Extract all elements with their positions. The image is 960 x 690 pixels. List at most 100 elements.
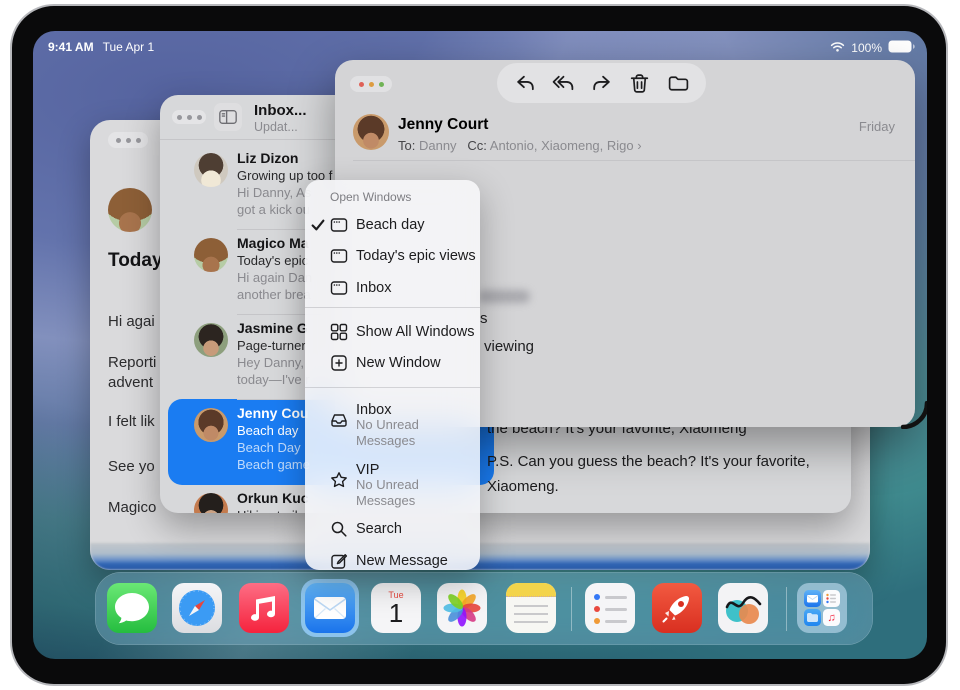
menu-item-new-message[interactable]: New Message <box>305 550 480 572</box>
sender-name: Jasmine G <box>237 320 308 336</box>
message-subject: Page-turner <box>237 338 306 353</box>
app-library-mini-mail <box>804 590 821 607</box>
dock: Tue 1 <box>95 572 873 645</box>
message-text-line: Hi agai <box>108 313 155 330</box>
body-text-fragment: s <box>480 310 488 327</box>
recipients-line[interactable]: To: Danny Cc: Antonio, Xiaomeng, Rigo › <box>398 138 642 153</box>
avatar-magico <box>108 188 152 232</box>
window-icon <box>330 247 348 265</box>
sender-name: Jenny Court <box>398 116 488 134</box>
window-controls-menu-button[interactable] <box>350 76 392 92</box>
calendar-day: 1 <box>389 600 403 626</box>
trash-icon[interactable] <box>628 71 652 95</box>
screenshot-stage: 9:41 AM Tue Apr 1 100% Today Hi agai Rep… <box>0 0 960 690</box>
search-icon <box>330 520 348 538</box>
sender-name: Magico Ma <box>237 235 309 251</box>
app-library-mini-music: ♫ <box>823 609 840 626</box>
menu-item-todays-epic-views[interactable]: Today's epic views <box>305 245 480 267</box>
message-subject: Hiking trail <box>237 508 298 513</box>
message-preview: Beach DayBeach game <box>237 440 310 473</box>
photos-app-icon[interactable] <box>437 583 487 633</box>
battery-percent: 100% <box>851 41 882 55</box>
menu-separator <box>305 387 480 388</box>
avatar-magico <box>194 238 228 272</box>
app-library-icon[interactable]: ♫ <box>797 583 847 633</box>
rocket-app-icon[interactable] <box>652 583 702 633</box>
menu-item-inbox-mailbox[interactable]: Inbox No Unread Messages <box>305 399 480 451</box>
message-photo-attachment <box>90 543 870 570</box>
messages-app-icon[interactable] <box>107 583 157 633</box>
message-preview: Hey Danny,today—I've r <box>237 355 310 388</box>
avatar-jenny-court <box>194 408 228 442</box>
message-preview: Hi again Dananother brea <box>237 270 312 303</box>
message-text-line: advent <box>108 374 153 391</box>
statusbar-right: 100% <box>830 40 915 56</box>
move-to-folder-icon[interactable] <box>666 71 690 95</box>
menu-header: Open Windows <box>330 190 411 204</box>
menu-item-show-all-windows[interactable]: Show All Windows <box>305 321 480 343</box>
reply-all-icon[interactable] <box>551 71 575 95</box>
statusbar-left: 9:41 AM Tue Apr 1 <box>48 40 154 54</box>
sidebar-toggle-button[interactable] <box>214 103 242 131</box>
safari-app-icon[interactable] <box>172 583 222 633</box>
window-icon <box>330 279 348 297</box>
star-icon <box>330 471 348 489</box>
message-text-line: Magico <box>108 499 156 516</box>
sender-name: Orkun Kuc <box>237 490 309 506</box>
window-controls-menu-button[interactable] <box>172 110 206 124</box>
message-text-line: I felt lik <box>108 413 155 430</box>
ipad-screen: 9:41 AM Tue Apr 1 100% Today Hi agai Rep… <box>33 31 927 659</box>
mail-toolbar <box>497 63 706 103</box>
avatar-orkun <box>194 493 228 513</box>
avatar-jenny-court <box>353 114 389 150</box>
message-preview: Hi Danny, Asgot a kick ou <box>237 185 311 218</box>
dock-divider <box>786 587 787 631</box>
drawing-app-icon[interactable] <box>718 583 768 633</box>
blurred-text <box>478 290 530 303</box>
statusbar-time: 9:41 AM <box>48 40 94 54</box>
message-text-line: Reporti <box>108 354 156 371</box>
app-library-mini-folder <box>804 609 821 626</box>
dock-divider <box>571 587 572 631</box>
menu-item-inbox-window[interactable]: Inbox <box>305 277 480 299</box>
compose-icon <box>330 552 348 570</box>
divider <box>353 160 915 161</box>
window-controls-menu-button[interactable] <box>108 132 148 148</box>
app-library-mini-list <box>823 590 840 607</box>
ipad-device: 9:41 AM Tue Apr 1 100% Today Hi agai Rep… <box>10 4 948 686</box>
calendar-app-icon[interactable]: Tue 1 <box>371 583 421 633</box>
open-windows-menu: Open Windows Beach day Today's epic view… <box>305 180 480 570</box>
notes-app-icon[interactable] <box>506 583 556 633</box>
body-text-fragment: viewing <box>484 338 534 355</box>
forward-icon[interactable] <box>590 71 614 95</box>
menu-item-vip-mailbox[interactable]: VIP No Unread Messages <box>305 459 480 511</box>
checkmark-icon <box>311 218 325 232</box>
menu-separator <box>305 307 480 308</box>
grid-icon <box>330 323 348 341</box>
sender-name: Liz Dizon <box>237 150 298 166</box>
message-subject: Today's epic <box>237 253 308 268</box>
mail-app-icon[interactable] <box>305 583 355 633</box>
chevron-right-icon: › <box>637 138 641 153</box>
menu-item-search[interactable]: Search <box>305 518 480 540</box>
reading-pane-text: P.S. Can you guess the beach? It's your … <box>487 453 810 470</box>
reminders-app-icon[interactable] <box>585 583 635 633</box>
message-heading: Today <box>108 250 163 272</box>
reading-pane-text: Xiaomeng. <box>487 478 559 495</box>
avatar-jasmine <box>194 323 228 357</box>
sender-name: Jenny Cou <box>237 405 309 421</box>
music-app-icon[interactable] <box>239 583 289 633</box>
message-date: Friday <box>859 119 895 134</box>
mailbox-subtitle: Updat... <box>254 120 298 134</box>
message-text-line: See yo <box>108 458 155 475</box>
mailbox-title: Inbox... <box>254 102 307 119</box>
battery-icon <box>888 40 915 56</box>
statusbar-date: Tue Apr 1 <box>103 40 155 54</box>
window-resize-handle[interactable] <box>901 401 927 429</box>
menu-item-new-window[interactable]: New Window <box>305 352 480 374</box>
menu-item-beach-day[interactable]: Beach day <box>305 214 480 236</box>
avatar-liz-dizon <box>194 153 228 187</box>
inbox-tray-icon <box>330 411 348 429</box>
reply-icon[interactable] <box>513 71 537 95</box>
wifi-icon <box>830 41 845 55</box>
